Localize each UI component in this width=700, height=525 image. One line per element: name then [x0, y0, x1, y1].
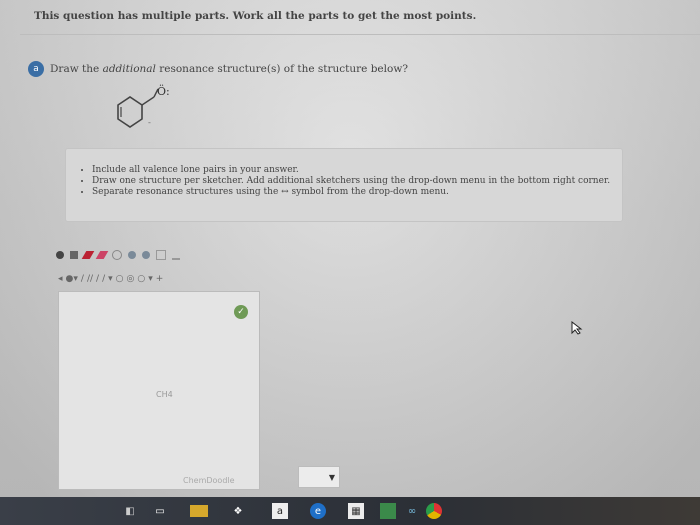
- clean-icon[interactable]: [156, 250, 166, 260]
- dropbox-icon[interactable]: ❖: [230, 503, 246, 519]
- bond-dropdown[interactable]: ▾: [108, 274, 113, 284]
- question-prefix: Draw the: [50, 63, 103, 75]
- oxygen-label: Ö:: [157, 84, 170, 98]
- task-view-icon[interactable]: ▭: [152, 503, 168, 519]
- eraser-icon[interactable]: [95, 251, 109, 259]
- canvas-molecule-label: CH4: [156, 390, 173, 399]
- instruction-item: Draw one structure per sketcher. Add add…: [92, 176, 622, 187]
- instruction-item: Include all valence lone pairs in your a…: [92, 165, 622, 176]
- benzene-icon[interactable]: ◎: [127, 274, 135, 284]
- question-text: Draw the additional resonance structure(…: [50, 63, 408, 75]
- triple-bond-icon[interactable]: /: [96, 274, 99, 284]
- question-row: a Draw the additional resonance structur…: [28, 61, 408, 77]
- ring-icon[interactable]: ○: [116, 274, 124, 284]
- check-icon[interactable]: ✓: [234, 305, 248, 319]
- chrome-icon[interactable]: [426, 503, 442, 519]
- side-chain-1: [141, 96, 155, 106]
- infinity-icon[interactable]: ∞: [404, 503, 420, 519]
- double-bond-icon[interactable]: //: [87, 274, 93, 284]
- ruler-icon[interactable]: [172, 250, 180, 260]
- sketcher-toolbar-bottom: ◂ ●▾ / // / / ▾ ○ ◎ ○ ▾ +: [58, 274, 163, 284]
- arrow-left-icon[interactable]: ◂: [58, 274, 63, 284]
- single-bond-icon[interactable]: /: [81, 274, 84, 284]
- taskbar: ◧ ▭ ❖ a e ▦ ∞: [0, 497, 700, 525]
- photos-icon[interactable]: [380, 503, 396, 519]
- save-icon[interactable]: [70, 251, 78, 259]
- question-emphasis: additional: [102, 63, 156, 75]
- instructions-list: Include all valence lone pairs in your a…: [66, 165, 622, 198]
- sketcher-toolbar-top: [56, 250, 180, 260]
- charge-icon[interactable]: +: [156, 274, 164, 284]
- ring-dropdown[interactable]: ▾: [148, 274, 153, 284]
- question-suffix: resonance structure(s) of the structure …: [155, 63, 408, 75]
- windows-icon[interactable]: ◧: [122, 503, 138, 519]
- chemdoodle-brand: ChemDoodle: [183, 476, 235, 485]
- edge-icon[interactable]: e: [310, 503, 326, 519]
- page-title: This question has multiple parts. Work a…: [34, 10, 477, 22]
- divider: [20, 34, 700, 35]
- store-icon[interactable]: ▦: [348, 503, 364, 519]
- pencil-icon[interactable]: [81, 251, 95, 259]
- mouse-cursor-icon: [571, 321, 583, 335]
- file-explorer-icon[interactable]: [190, 505, 208, 517]
- question-badge: a: [28, 61, 44, 77]
- cyclohexene-aldehyde-structure: Ö: -: [117, 84, 170, 128]
- clear-icon[interactable]: [56, 251, 64, 259]
- instructions-box: Include all valence lone pairs in your a…: [65, 148, 623, 222]
- atom-dropdown[interactable]: ●▾: [66, 274, 78, 284]
- amazon-icon[interactable]: a: [272, 503, 288, 519]
- lasso-icon[interactable]: [112, 250, 122, 260]
- sketcher-dropdown[interactable]: ▼: [298, 466, 340, 488]
- zoom-out-icon[interactable]: [142, 251, 150, 259]
- charge-dot: -: [148, 118, 151, 127]
- zoom-in-icon[interactable]: [128, 251, 136, 259]
- instruction-item: Separate resonance structures using the …: [92, 187, 622, 198]
- ring-large-icon[interactable]: ○: [137, 274, 145, 284]
- wedge-bond-icon[interactable]: /: [102, 274, 105, 284]
